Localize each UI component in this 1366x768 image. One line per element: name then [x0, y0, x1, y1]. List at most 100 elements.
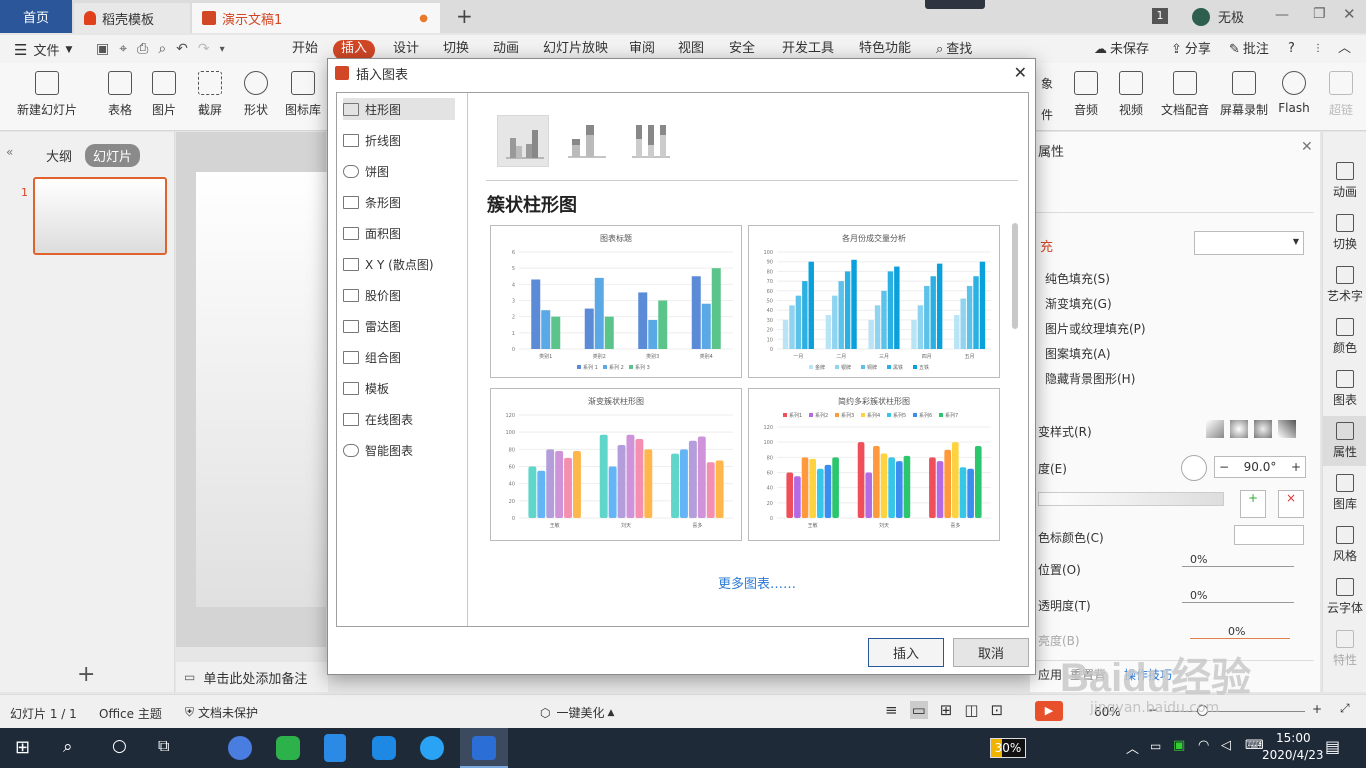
tab-template[interactable]: 稻壳模板 [74, 3, 190, 33]
phone-app-icon[interactable] [324, 734, 346, 762]
zoom-in-icon[interactable]: + [1312, 702, 1322, 716]
sidebar-property[interactable]: 属性 [1323, 416, 1366, 466]
battery-icon[interactable]: ▭ [1150, 739, 1161, 753]
solid-fill-option[interactable]: 纯色填充(S) [1045, 270, 1110, 287]
menu-animation[interactable]: 动画 [485, 40, 527, 60]
shape-button[interactable]: 形状 [238, 71, 274, 118]
share-button[interactable]: ⇪ 分享 [1163, 40, 1219, 60]
fit-window-icon[interactable]: ⤢ [1340, 701, 1350, 716]
category-radar[interactable]: 雷达图 [343, 315, 455, 337]
category-area[interactable]: 面积图 [343, 222, 455, 244]
text-audio-button[interactable]: 文档配音 [1159, 71, 1211, 118]
menu-security[interactable]: 安全 [721, 40, 763, 60]
menu-home[interactable]: 开始 [284, 40, 326, 60]
ime-icon[interactable]: ⌨ [1245, 738, 1264, 753]
picture-button[interactable]: 图片 [146, 71, 182, 118]
brightness-slider[interactable] [1190, 638, 1290, 639]
rect-gradient-icon[interactable] [1254, 420, 1272, 438]
scrollbar-thumb[interactable] [1012, 223, 1018, 329]
transparency-slider[interactable] [1182, 602, 1294, 603]
wps-taskbar-item[interactable] [460, 728, 508, 768]
tab-document[interactable]: 演示文稿1 ● [192, 3, 440, 33]
video-button[interactable]: 视频 [1113, 71, 1149, 118]
sidebar-gallery[interactable]: 图库 [1323, 474, 1366, 512]
sidebar-wordart[interactable]: 艺术字 [1323, 266, 1366, 304]
tray-expand-icon[interactable]: ︿ [1126, 738, 1139, 757]
object-button-partial[interactable]: 象件 [1040, 75, 1054, 123]
category-combo[interactable]: 组合图 [343, 346, 455, 368]
angle-dial[interactable] [1181, 455, 1207, 481]
slides-tab[interactable]: 幻灯片 [85, 144, 141, 167]
notes-bar[interactable]: ▭ 单击此处添加备注 [176, 662, 328, 692]
sidebar-style[interactable]: 风格 [1323, 526, 1366, 564]
print-preview-icon[interactable]: ⌕ [158, 41, 166, 57]
category-pie[interactable]: 饼图 [343, 160, 455, 182]
new-slide-button[interactable]: 新建幻灯片 [10, 71, 84, 118]
user-account[interactable]: 无极 [1192, 7, 1244, 26]
category-template[interactable]: 模板 [343, 377, 455, 399]
category-bar[interactable]: 条形图 [343, 191, 455, 213]
comment-button[interactable]: ✎ 批注 [1221, 40, 1277, 60]
grid-view-icon[interactable]: ⊡ [991, 701, 1004, 719]
normal-view-icon[interactable]: ▭ [909, 701, 928, 719]
subtype-clustered[interactable] [497, 115, 549, 167]
wechat-icon[interactable] [276, 736, 300, 760]
menu-slideshow[interactable]: 幻灯片放映 [535, 40, 616, 60]
windows-start-icon[interactable]: ⊞ [15, 737, 30, 758]
linear-gradient-icon[interactable] [1206, 420, 1224, 438]
collapse-panel-icon[interactable]: « [6, 145, 13, 159]
format-painter-icon[interactable]: ⌖ [119, 41, 127, 57]
sidebar-chart[interactable]: 图表 [1323, 370, 1366, 408]
dialog-title-bar[interactable]: 插入图表 ✕ [328, 59, 1035, 87]
cortana-icon[interactable]: ○ [112, 736, 127, 756]
hyperlink-button[interactable]: 超链 [1326, 71, 1356, 118]
category-scatter[interactable]: X Y (散点图) [343, 253, 455, 275]
help-icon[interactable]: ? [1280, 40, 1303, 60]
chart-template-3[interactable]: 渐变簇状柱形图 120 100 80 60 40 20 0 王敏 刘天 喜多 [490, 388, 742, 541]
radial-gradient-icon[interactable] [1230, 420, 1248, 438]
volume-icon[interactable]: ◁ [1221, 738, 1231, 753]
sidebar-transition[interactable]: 切换 [1323, 214, 1366, 252]
flash-button[interactable]: Flash [1276, 71, 1312, 115]
position-slider[interactable] [1182, 566, 1294, 567]
clock-date[interactable]: 2020/4/23 [1262, 748, 1324, 762]
restore-icon[interactable]: ❐ [1313, 6, 1326, 22]
security-tray-icon[interactable]: ▣ [1173, 738, 1185, 753]
baidu-netdisk-icon[interactable] [372, 736, 396, 760]
menu-insert[interactable]: 插入 [333, 40, 376, 60]
more-icon[interactable]: ⋮ [1305, 40, 1331, 60]
beautify-button[interactable]: ⬡ 一键美化 ▲ [540, 704, 614, 721]
close-window-icon[interactable]: ✕ [1343, 5, 1356, 23]
path-gradient-icon[interactable] [1278, 420, 1296, 438]
subtype-stacked[interactable] [560, 115, 612, 167]
close-dialog-icon[interactable]: ✕ [1014, 63, 1027, 82]
sidebar-animation[interactable]: 动画 [1323, 162, 1366, 200]
picture-fill-option[interactable]: 图片或纹理填充(P) [1045, 320, 1146, 337]
slide-editor[interactable] [196, 172, 331, 607]
search-icon[interactable]: ⌕ [63, 737, 73, 757]
save-icon[interactable]: ▣ [96, 41, 109, 57]
chart-template-1[interactable]: 图表标题 6 5 4 3 2 1 0 类别1 类别2 类别3 类别4 系列 1 系列 2 系列 3 [490, 225, 742, 378]
stop-color-dropdown[interactable] [1234, 525, 1304, 545]
menu-review[interactable]: 审阅 [621, 40, 663, 60]
category-line[interactable]: 折线图 [343, 129, 455, 151]
protection-status[interactable]: ⛨ 文档未保护 [185, 704, 258, 721]
minimize-icon[interactable]: — [1275, 7, 1289, 23]
customize-icon[interactable]: ▾ [220, 44, 225, 55]
notes-view-icon[interactable]: ≡ [885, 701, 898, 719]
window-count-badge[interactable]: 1 [1152, 8, 1168, 24]
new-tab-icon[interactable]: + [456, 4, 473, 28]
insert-button[interactable]: 插入 [868, 638, 944, 667]
file-menu[interactable]: ☰ 文件 ▼ [14, 40, 72, 60]
increment-icon[interactable]: + [1287, 460, 1305, 474]
menu-transition[interactable]: 切换 [435, 40, 477, 60]
subtype-percent[interactable] [624, 115, 676, 167]
screen-record-button[interactable]: 屏幕录制 [1218, 71, 1270, 118]
search-command[interactable]: ⌕ 查找 [928, 40, 980, 60]
table-button[interactable]: 表格 [102, 71, 138, 118]
wifi-icon[interactable]: ◠ [1198, 738, 1209, 753]
category-online[interactable]: 在线图表 [343, 408, 455, 430]
add-slide-icon[interactable]: + [77, 662, 95, 687]
notification-icon[interactable]: ▤ [1325, 737, 1340, 756]
sidebar-feature[interactable]: 特性 [1323, 630, 1366, 668]
